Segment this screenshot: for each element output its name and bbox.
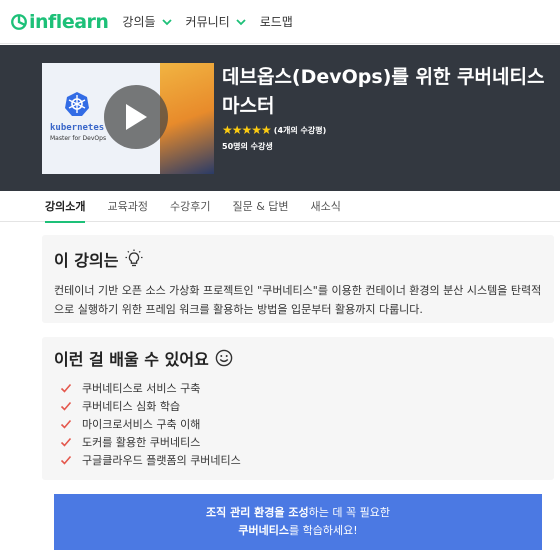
nav-item-label: 로드맵 [259,15,293,29]
inflearn-logo[interactable]: inflearn [10,10,109,33]
list-item-label: 쿠버네티스로 서비스 구축 [82,382,201,395]
list-item: 쿠버네티스로 서비스 구축 [60,379,241,397]
play-icon [126,104,147,130]
banner-line-2-emphasis: 쿠버네티스 [238,524,289,537]
learning-outcomes-list: 쿠버네티스로 서비스 구축 쿠버네티스 심화 학습 마이크로서비스 구축 이해 … [60,379,241,469]
list-item: 마이크로서비스 구축 이해 [60,415,241,433]
banner-line-1-emphasis: 조직 관리 환경을 조성 [206,506,309,519]
student-count: 50명의 수강생 [222,142,273,151]
list-item: 구글클라우드 플랫폼의 쿠버네티스 [60,451,241,469]
lightbulb-icon [125,249,143,267]
star-rating-icon: ★★★★★ [222,123,272,137]
course-description: 컨테이너 기반 오픈 소스 가상화 프로젝트인 "쿠버네티스"를 이용한 컨테이… [54,284,542,316]
intro-title: 이 강의는 [54,251,119,270]
course-rating[interactable]: ★★★★★ (4개의 수강평) [222,123,326,137]
tab-qna[interactable]: 질문 & 답변 [221,191,299,222]
inflearn-logo-icon [11,13,27,30]
thumbnail-title: kubernetes [50,123,105,133]
tab-intro[interactable]: 강의소개 [34,191,96,223]
nav-item-courses[interactable]: 강의들 [122,13,172,30]
course-hero: kubernetes Master for DevOps 데브옵스(DevOps… [0,45,560,191]
banner-line-2: 쿠버네티스를 학습하세요! [54,522,542,540]
course-thumbnail[interactable]: kubernetes Master for DevOps [42,63,214,174]
chevron-down-icon [236,18,246,25]
learn-title: 이런 걸 배울 수 있어요 [54,350,209,369]
thumbnail-illustration [160,63,214,174]
list-item-label: 구글클라우드 플랫폼의 쿠버네티스 [82,454,241,467]
top-nav: inflearn 강의들 커뮤니티 로드맵 [0,0,560,44]
banner-line-1: 조직 관리 환경을 조성하는 데 꼭 필요한 [54,504,542,522]
play-button[interactable] [104,85,168,149]
kubernetes-logo-icon [65,92,89,116]
learning-outcomes-panel: 이런 걸 배울 수 있어요 쿠버네티스로 서비스 구축 쿠버네티스 심화 학습 … [42,337,554,480]
list-item-label: 쿠버네티스 심화 학습 [82,400,181,413]
promo-banner: 조직 관리 환경을 조성하는 데 꼭 필요한 쿠버네티스를 학습하세요! [54,494,542,550]
check-icon [60,419,72,429]
nav-item-community[interactable]: 커뮤니티 [186,13,246,30]
banner-line-1-text: 하는 데 꼭 필요한 [308,506,390,519]
smile-icon [215,349,233,367]
list-item-label: 마이크로서비스 구축 이해 [82,418,201,431]
logo-text: inflearn [29,10,109,33]
nav-item-label: 커뮤니티 [185,15,230,29]
intro-heading: 이 강의는 [54,247,144,271]
tab-curriculum[interactable]: 교육과정 [96,191,158,222]
nav-item-roadmap[interactable]: 로드맵 [260,13,293,30]
banner-line-2-text: 를 학습하세요! [288,524,358,537]
tab-news[interactable]: 새소식 [300,191,352,222]
check-icon [60,437,72,447]
course-intro-panel: 이 강의는 컨테이너 기반 오픈 소스 가상화 프로젝트인 "쿠버네티스"를 이… [42,235,554,323]
list-item-label: 도커를 활용한 쿠버네티스 [82,436,201,449]
list-item: 쿠버네티스 심화 학습 [60,397,241,415]
check-icon [60,401,72,411]
tab-reviews[interactable]: 수강후기 [159,191,221,222]
list-item: 도커를 활용한 쿠버네티스 [60,433,241,451]
check-icon [60,455,72,465]
learn-heading: 이런 걸 배울 수 있어요 [54,346,233,370]
thumbnail-subtitle: Master for DevOps [50,135,107,142]
nav-item-label: 강의들 [122,15,156,29]
course-tabs: 강의소개 교육과정 수강후기 질문 & 답변 새소식 [0,191,560,223]
course-title: 데브옵스(DevOps)를 위한 쿠버네티스 마스터 [222,66,545,117]
review-count: (4개의 수강평) [273,125,327,135]
chevron-down-icon [161,18,172,25]
check-icon [60,383,72,393]
